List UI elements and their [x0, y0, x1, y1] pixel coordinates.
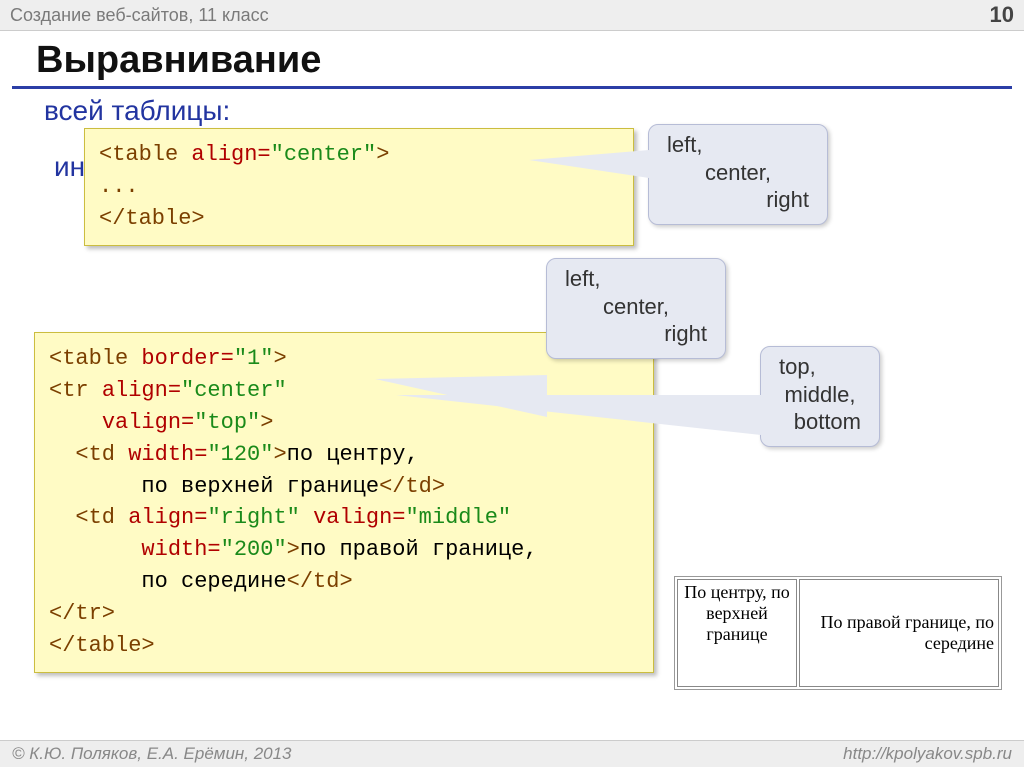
code-text: >	[273, 442, 286, 467]
callout-line: center,	[565, 293, 707, 321]
callout-align-values-2: left, center, right	[546, 258, 726, 359]
code-text: "right"	[207, 505, 313, 530]
footer-copyright: © К.Ю. Поляков, Е.А. Ерёмин, 2013	[12, 744, 292, 764]
code-text: "200"	[221, 537, 287, 562]
code-block-table-align: <table align="center"> ... </table>	[84, 128, 634, 246]
code-text: valign=	[102, 410, 194, 435]
callout-line: top,	[779, 353, 861, 381]
code-text: по середине	[49, 569, 287, 594]
code-text: align=	[191, 142, 270, 167]
callout-align-values-1: left, center, right	[648, 124, 828, 225]
callout-line: right	[565, 320, 707, 348]
slide-title: Выравнивание	[36, 39, 1024, 82]
code-text: по центру,	[287, 442, 419, 467]
title-underline	[12, 86, 1012, 89]
code-text: align=	[128, 505, 207, 530]
code-text: "center"	[181, 378, 287, 403]
table-row: По центру, по верхней границе По правой …	[677, 579, 999, 687]
page-number: 10	[990, 2, 1014, 28]
footer-bar: © К.Ю. Поляков, Е.А. Ерёмин, 2013 http:/…	[0, 740, 1024, 767]
code-text: ...	[99, 174, 139, 199]
code-text: <td	[49, 442, 128, 467]
code-text: align=	[102, 378, 181, 403]
code-text: >	[260, 410, 273, 435]
code-text: "1"	[234, 346, 274, 371]
footer-url: http://kpolyakov.spb.ru	[843, 744, 1012, 764]
header-topic: Создание веб-сайтов, 11 класс	[10, 5, 269, 26]
callout-pointer-icon	[396, 395, 761, 435]
callout-line: left,	[667, 131, 809, 159]
callout-line: middle,	[779, 381, 861, 409]
code-text: width=	[141, 537, 220, 562]
code-text: </td>	[379, 474, 445, 499]
code-text: <td	[49, 505, 128, 530]
code-text: <table	[99, 142, 191, 167]
code-text: >	[287, 537, 300, 562]
code-text: </table>	[49, 633, 155, 658]
code-text: <table	[49, 346, 141, 371]
code-text: >	[376, 142, 389, 167]
demo-cell-center-top: По центру, по верхней границе	[677, 579, 797, 687]
code-text: "120"	[207, 442, 273, 467]
demo-cell-right-middle: По правой границе, по середине	[799, 579, 999, 687]
code-text: "top"	[194, 410, 260, 435]
callout-pointer-icon	[529, 150, 649, 178]
code-text: по верхней границе	[49, 474, 379, 499]
code-block-cell-align: <table border="1"> <tr align="center" va…	[34, 332, 654, 673]
header-bar: Создание веб-сайтов, 11 класс 10	[0, 0, 1024, 31]
callout-line: left,	[565, 265, 707, 293]
code-text: valign=	[313, 505, 405, 530]
callout-valign-values: top, middle, bottom	[760, 346, 880, 447]
code-text: по правой границе,	[300, 537, 538, 562]
code-text	[49, 537, 141, 562]
code-text: </td>	[287, 569, 353, 594]
code-text: >	[273, 346, 286, 371]
demo-rendered-table: По центру, по верхней границе По правой …	[674, 576, 1002, 690]
code-text: border=	[141, 346, 233, 371]
code-text: <tr	[49, 378, 102, 403]
code-text: "middle"	[405, 505, 511, 530]
code-text: "center"	[271, 142, 377, 167]
code-text: </tr>	[49, 601, 115, 626]
section1-heading: всей таблицы:	[44, 95, 1024, 127]
callout-line: bottom	[779, 408, 861, 436]
code-text: width=	[128, 442, 207, 467]
code-text: </table>	[99, 206, 205, 231]
callout-line: right	[667, 186, 809, 214]
code-text	[49, 410, 102, 435]
callout-line: center,	[667, 159, 809, 187]
